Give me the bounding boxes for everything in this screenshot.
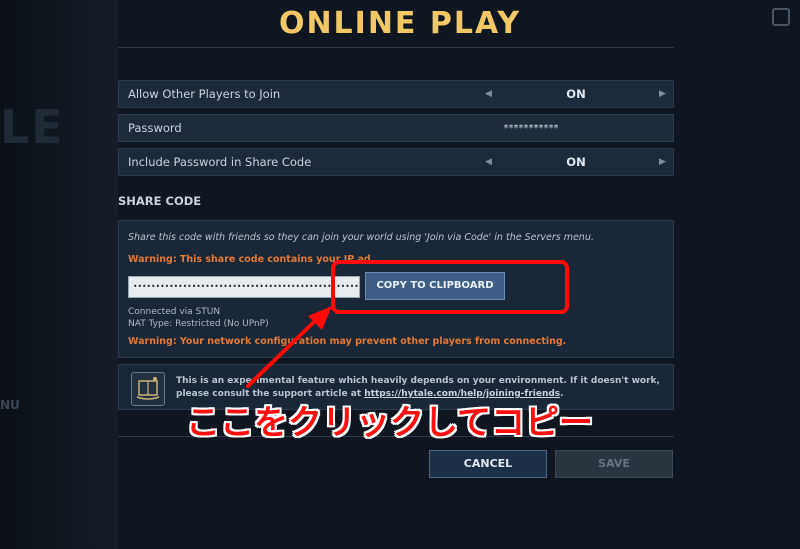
- book-icon: [131, 372, 165, 406]
- setting-allow-join[interactable]: Allow Other Players to Join ◀ ON ▶: [118, 80, 674, 108]
- annotation-text: ここをクリックしてコピー: [186, 403, 593, 443]
- setting-label: Allow Other Players to Join: [128, 87, 281, 101]
- share-code-field[interactable]: ••••••••••••••••••••••••••••••••••••••••…: [128, 276, 360, 298]
- setting-include-password[interactable]: Include Password in Share Code ◀ ON ▶: [118, 148, 674, 176]
- arrow-left-icon[interactable]: ◀: [485, 89, 492, 99]
- cancel-button[interactable]: CANCEL: [429, 450, 547, 478]
- network-warning: Warning: Your network configuration may …: [128, 336, 566, 347]
- network-warning-part-1: Warning: Your network configuration ma: [128, 336, 346, 347]
- arrow-left-icon[interactable]: ◀: [485, 157, 492, 167]
- connection-method: Connected via STUN: [128, 307, 221, 317]
- setting-label: Password: [128, 121, 182, 135]
- nat-type: NAT Type: Restricted (No UPnP): [128, 319, 269, 329]
- background-ghost-text: LE: [0, 100, 65, 154]
- setting-value: ON: [566, 155, 586, 169]
- annotation-highlight-box: [331, 260, 569, 314]
- setting-value: ON: [566, 87, 586, 101]
- background-left-panel: [0, 0, 118, 549]
- network-warning-part-2: y prevent other players from connecting.: [345, 336, 567, 347]
- setting-password[interactable]: Password ***********: [118, 114, 674, 142]
- page-title: ONLINE PLAY: [278, 6, 522, 41]
- title-divider: [118, 47, 674, 48]
- arrow-right-icon[interactable]: ▶: [659, 89, 666, 99]
- setting-label: Include Password in Share Code: [128, 155, 312, 169]
- background-menu-text: NU: [0, 398, 20, 412]
- password-field[interactable]: ***********: [491, 123, 571, 134]
- share-code-heading: SHARE CODE: [118, 194, 202, 208]
- save-button[interactable]: SAVE: [555, 450, 673, 478]
- arrow-right-icon[interactable]: ▶: [659, 157, 666, 167]
- share-description: Share this code with friends so they can…: [128, 232, 594, 243]
